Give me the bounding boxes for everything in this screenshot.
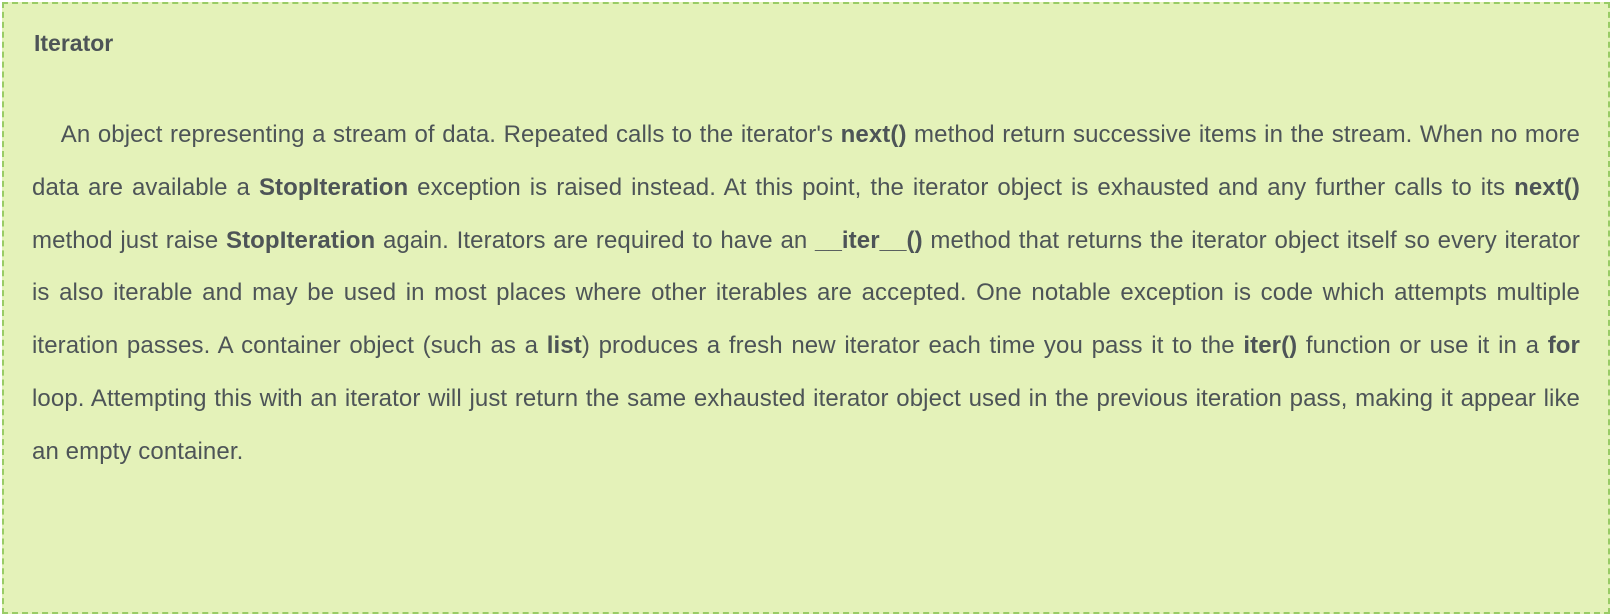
- callout-body: An object representing a stream of data.…: [32, 109, 1580, 479]
- callout-title: Iterator: [34, 30, 1580, 57]
- iterator-definition-callout: Iterator An object representing a stream…: [2, 2, 1610, 614]
